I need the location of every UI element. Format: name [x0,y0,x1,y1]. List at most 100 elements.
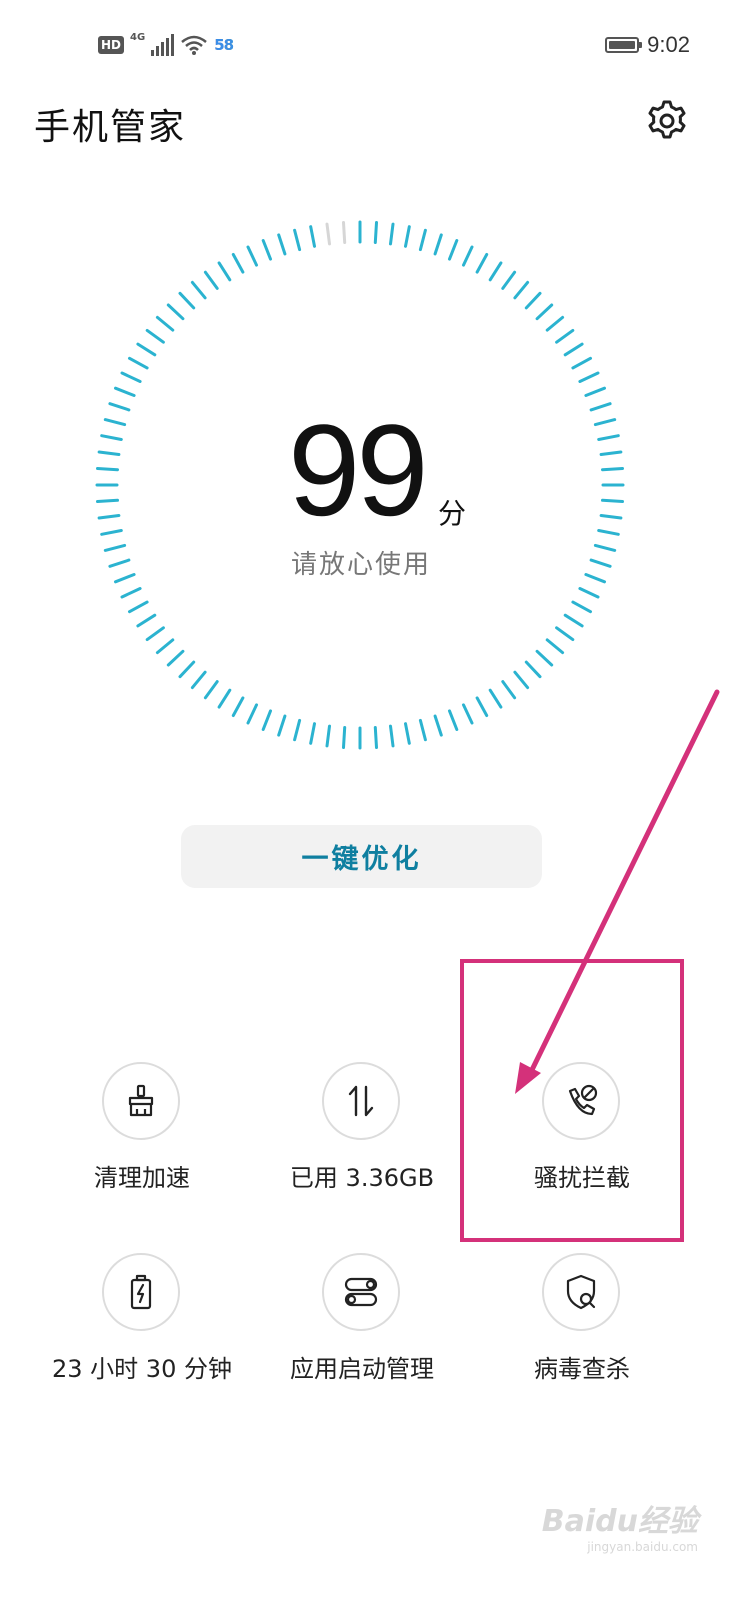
gauge-tick [166,649,185,667]
gauge-tick [373,221,378,244]
gauge-tick [513,670,530,690]
watermark-logo: Baidu经验 [541,1504,698,1539]
gauge-tick [578,371,600,383]
gauge-tick [96,467,119,472]
shield-search-icon [542,1253,620,1331]
gauge-tick [389,222,395,246]
status-bar: HD 4G 58 9:02 [0,0,738,90]
gauge-tick [231,696,245,717]
gauge-tick [100,529,123,536]
gauge-tick [535,649,554,667]
gauge-tick [203,680,219,700]
gauge-tick [100,434,123,441]
gauge-tick [217,688,232,709]
gauge-tick [578,587,600,599]
gauge-tick [145,328,165,344]
gauge-tick [545,315,565,332]
gauge-tick [599,514,623,520]
gauge-tick [535,303,554,321]
battery-icon [605,37,643,53]
broom-icon [102,1062,180,1140]
gauge-tick [309,722,316,745]
gauge-tick [231,253,245,274]
gauge-tick [597,529,620,536]
gauge-tick [190,280,207,300]
gauge-tick [545,638,565,655]
gauge-tick [475,253,489,274]
tool-app-launch[interactable]: 应用启动管理 [242,1253,482,1413]
gauge-tick [513,280,530,300]
tool-cleanup[interactable]: 清理加速 [22,1062,262,1222]
gauge-tick [597,434,620,441]
gauge-tick [261,239,272,261]
gauge-tick [584,386,606,397]
gauge-tick [404,722,411,745]
battery-charge-icon [102,1253,180,1331]
gauge-tick [448,709,459,731]
gauge-tick [108,402,131,412]
gauge-tick [103,418,127,427]
gauge-tick [373,726,378,749]
score-value: 99 [288,397,429,543]
gauge-tick [166,303,185,321]
tool-virus-scan[interactable]: 病毒查杀 [462,1253,702,1413]
optimize-button[interactable]: 一键优化 [181,825,542,888]
gauge-tick [190,670,207,690]
tool-label: 23 小时 30 分钟 [52,1355,232,1383]
gauge-tick [342,221,347,244]
gauge-tick [571,600,592,614]
gauge-tick [501,270,517,290]
data-arrows-icon [322,1062,400,1140]
gauge-tick [524,291,542,310]
gauge-tick [599,450,623,456]
wifi-icon [181,35,207,55]
gauge-tick [178,660,196,679]
gauge-tick [277,714,287,737]
gear-icon[interactable] [644,98,690,144]
gauge-tick [418,228,427,252]
gauge-tick [389,724,395,748]
gauge-tick [96,498,119,503]
gauge-tick [155,315,175,332]
gauge-tick [97,514,121,520]
gauge-tick [601,467,624,472]
gauge-tick [203,270,219,290]
score-subtitle: 请放心使用 [290,550,431,580]
gauge-tick [448,239,459,261]
gauge-tick [128,600,149,614]
gauge-tick [462,245,474,267]
gauge-tick [97,450,121,456]
gauge-tick [462,703,474,725]
gauge-tick [524,660,542,679]
tool-label: 应用启动管理 [290,1355,434,1383]
clock: 9:02 [647,32,690,57]
gauge-tick [501,680,517,700]
gauge-tick [293,228,302,252]
gauge-tick [475,696,489,717]
gauge-tick [120,587,142,599]
gauge-tick [342,726,347,749]
gauge-tick [136,342,157,357]
gauge-tick [563,342,584,357]
gauge-tick [555,328,575,344]
gauge-tick [563,613,584,628]
gauge-tick [555,626,575,642]
tool-label: 病毒查杀 [534,1355,630,1383]
optimize-button-label: 一键优化 [301,844,422,875]
gauge-tick [433,714,443,737]
gauge-tick [178,291,196,310]
network-type: 4G [130,31,146,43]
gauge-tick [128,356,149,370]
tool-battery[interactable]: 23 小时 30 分钟 [22,1253,262,1413]
gauge-tick [217,261,232,282]
hd-badge: HD [98,36,125,54]
gauge-tick [246,703,258,725]
gauge-tick [261,709,272,731]
tool-label: 清理加速 [94,1164,190,1192]
tool-data-usage[interactable]: 已用 3.36GB [242,1062,482,1222]
toggle-switches-icon [322,1253,400,1331]
app-badge-58: 58 [214,36,234,54]
gauge-tick [136,613,157,628]
gauge-tick [246,245,258,267]
gauge-tick [593,418,617,427]
